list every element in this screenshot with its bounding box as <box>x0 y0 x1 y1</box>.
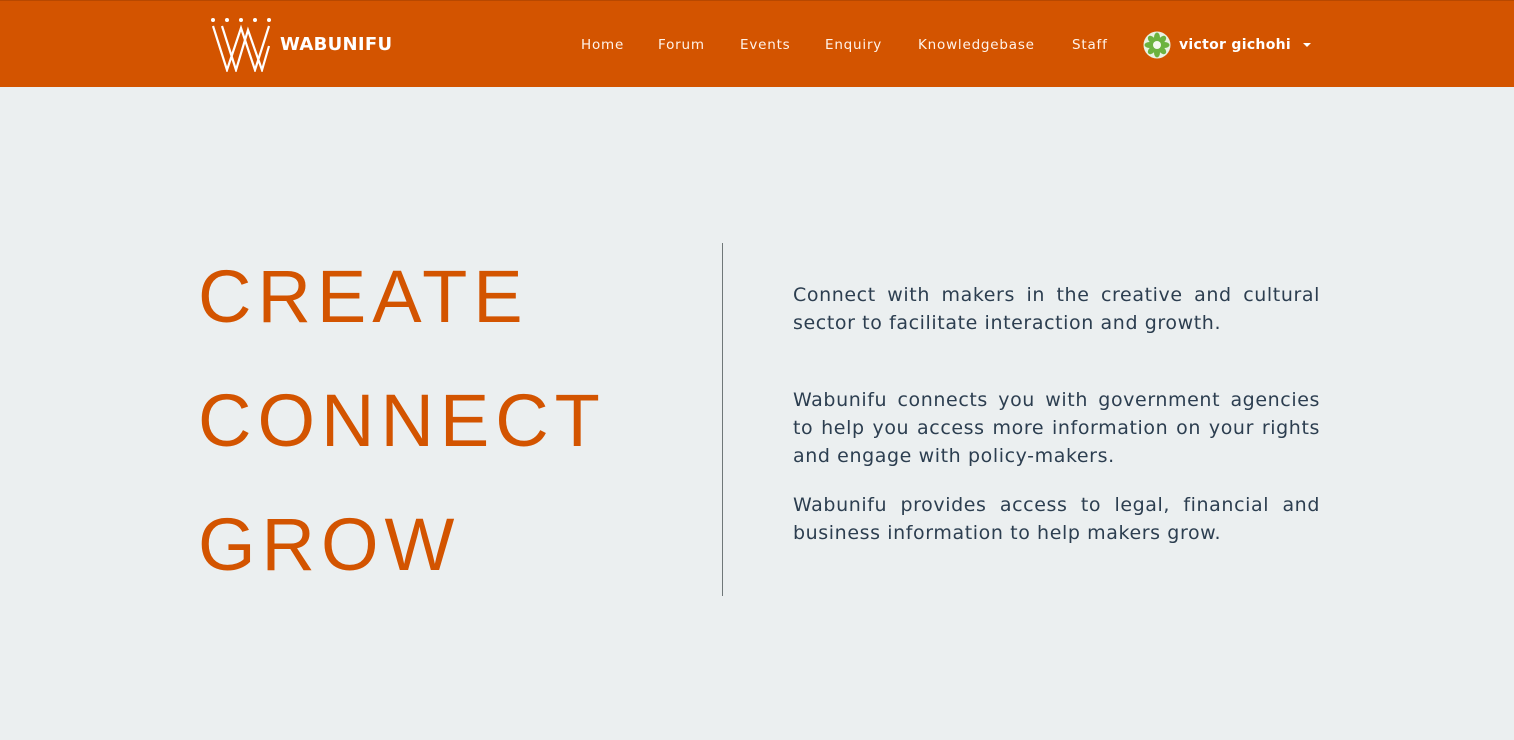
hero-word-grow: GROW <box>198 503 461 586</box>
vertical-divider <box>722 243 723 596</box>
user-menu-dropdown[interactable]: victor gichohi <box>1143 30 1311 60</box>
nav-enquiry[interactable]: Enquiry <box>825 36 882 54</box>
intro-paragraph-2: Wabunifu connects you with government ag… <box>793 389 1320 467</box>
flower-avatar-icon <box>1143 31 1171 59</box>
intro-paragraph-1: Connect with makers in the creative and … <box>793 284 1320 334</box>
nav-staff[interactable]: Staff <box>1072 36 1108 54</box>
hero-word-connect: CONNECT <box>198 379 606 462</box>
top-navbar: WABUNIFU Home Forum Events Enquiry Knowl… <box>0 0 1514 87</box>
chevron-down-icon <box>1302 43 1311 47</box>
nav-knowledgebase[interactable]: Knowledgebase <box>918 36 1035 54</box>
hero-word-create: CREATE <box>198 255 529 338</box>
user-name: victor gichohi <box>1179 37 1291 53</box>
nav-home[interactable]: Home <box>581 36 624 54</box>
nav-events[interactable]: Events <box>740 36 791 54</box>
nav-forum[interactable]: Forum <box>658 36 705 54</box>
intro-paragraph-3: Wabunifu provides access to legal, finan… <box>793 494 1320 544</box>
